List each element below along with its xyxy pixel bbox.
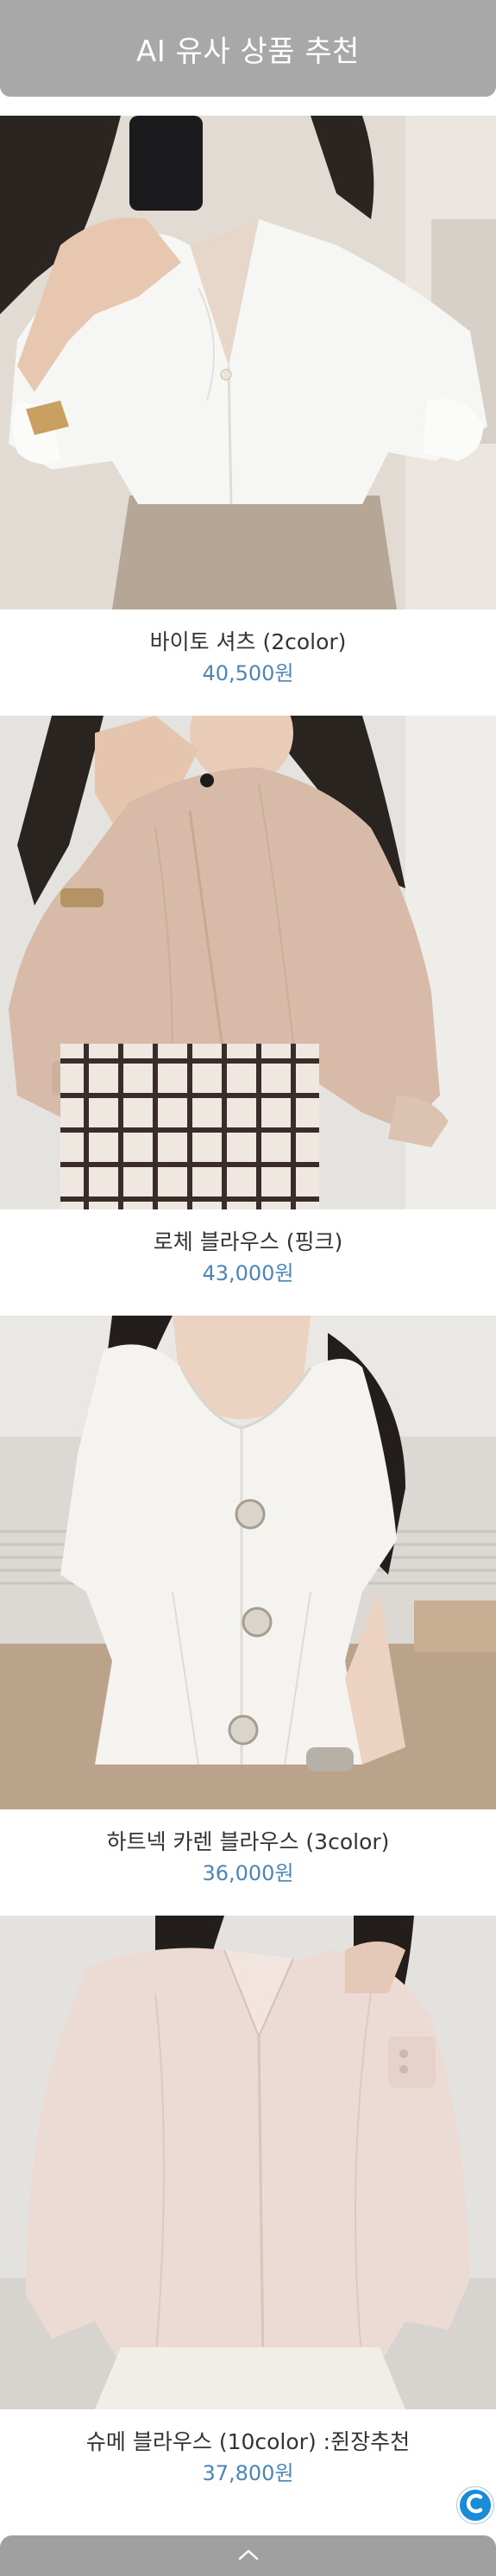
product-name[interactable]: 바이토 셔츠 (2color) (0, 625, 496, 656)
product-price: 37,800원 (202, 2461, 294, 2485)
product-name[interactable]: 하트넥 카렌 블라우스 (3color) (0, 1825, 496, 1856)
product-price: 40,500원 (202, 661, 294, 685)
product-image[interactable] (0, 116, 496, 609)
c-chat-icon (463, 2491, 487, 2519)
chevron-up-icon (237, 2548, 260, 2565)
page-header: AI 유사 상품 추천 (0, 0, 496, 97)
product-image[interactable] (0, 1316, 496, 1809)
product-name[interactable]: 로체 블라우스 (핑크) (0, 1225, 496, 1256)
product-price: 36,000원 (202, 1861, 294, 1885)
product-name[interactable]: 슈메 블라우스 (10color) :쥔장추천 (0, 2425, 496, 2456)
customer-service-button[interactable] (457, 2487, 493, 2523)
page-title: AI 유사 상품 추천 (136, 34, 360, 69)
product-price: 43,000원 (202, 1261, 294, 1285)
scroll-top-button[interactable] (0, 2535, 496, 2576)
product-image[interactable] (0, 716, 496, 1209)
product-image[interactable] (0, 1916, 496, 2409)
